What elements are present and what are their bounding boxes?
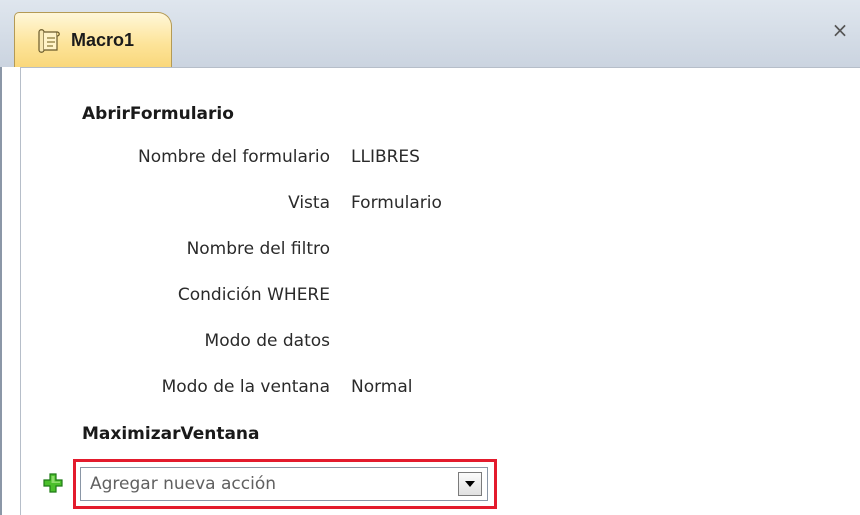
plus-icon (43, 473, 63, 493)
arg-value-nombre-formulario[interactable]: LLIBRES (351, 147, 420, 167)
arg-label-modo-datos: Modo de datos (204, 331, 330, 351)
macro-editor-area[interactable] (0, 67, 860, 515)
arg-label-nombre-filtro: Nombre del filtro (186, 239, 330, 259)
macro-scroll-icon (38, 29, 60, 53)
macro-action-list (20, 67, 860, 515)
tab-title: Macro1 (71, 30, 135, 50)
action-title-abrirformulario[interactable]: AbrirFormulario (82, 104, 234, 124)
close-tab-button[interactable]: × (828, 18, 852, 42)
arg-value-vista[interactable]: Formulario (351, 193, 442, 213)
action-title-maximizarventana[interactable]: MaximizarVentana (82, 424, 260, 444)
macro-designer-window: Macro1 × AbrirFormulario Nombre del form… (0, 0, 860, 515)
document-tab-bar: Macro1 × (0, 0, 860, 68)
add-action-placeholder: Agregar nueva acción (90, 474, 276, 494)
close-icon: × (831, 18, 849, 42)
add-action-combobox[interactable]: Agregar nueva acción (80, 467, 488, 501)
arg-label-modo-ventana: Modo de la ventana (161, 377, 330, 397)
arg-label-condicion-where: Condición WHERE (177, 285, 330, 305)
arg-label-vista: Vista (288, 193, 330, 213)
arg-label-nombre-formulario: Nombre del formulario (138, 147, 330, 167)
arg-value-modo-ventana[interactable]: Normal (351, 377, 413, 397)
dropdown-button[interactable] (458, 472, 482, 496)
chevron-down-icon (465, 481, 475, 487)
tab-macro1[interactable]: Macro1 (14, 12, 172, 68)
